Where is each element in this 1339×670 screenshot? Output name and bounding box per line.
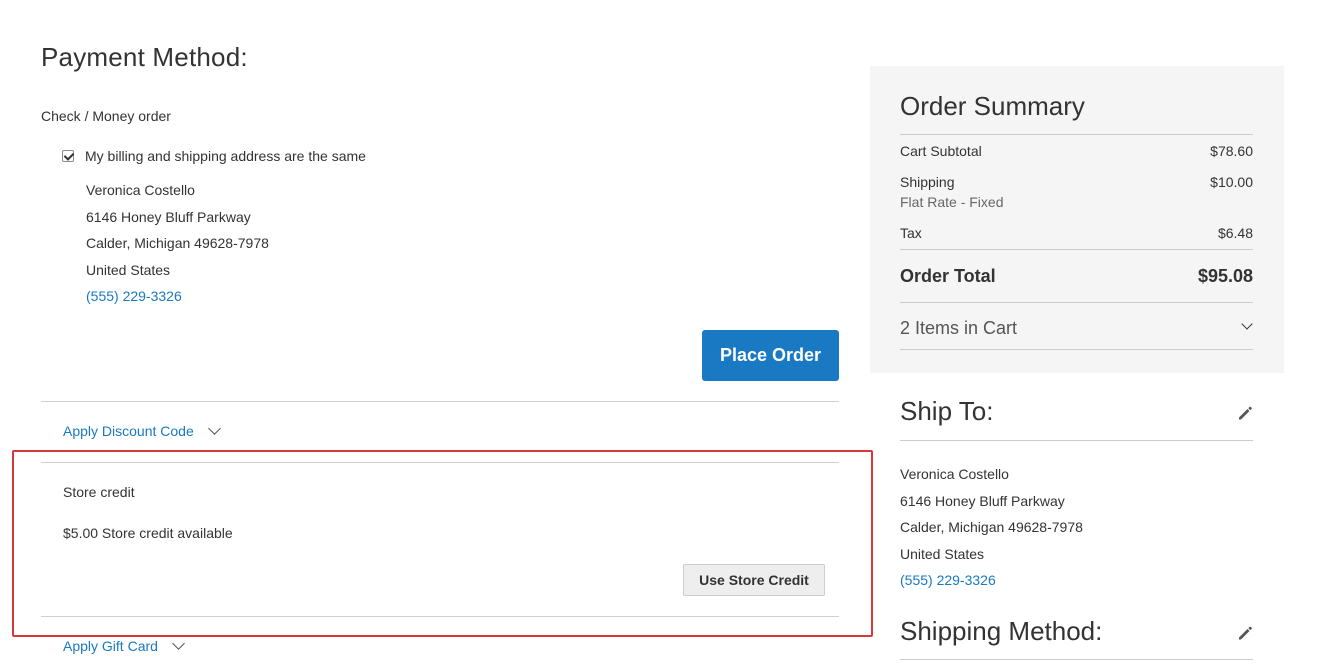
same-address-row[interactable]: My billing and shipping address are the … — [62, 148, 366, 164]
order-total-label: Order Total — [900, 266, 996, 286]
billing-street: 6146 Honey Bluff Parkway — [86, 208, 251, 225]
pencil-icon[interactable] — [1236, 624, 1254, 642]
apply-discount-toggle[interactable]: Apply Discount Code — [63, 422, 221, 439]
items-in-cart-toggle[interactable]: 2 Items in Cart — [900, 318, 1017, 339]
ship-street: 6146 Honey Bluff Parkway — [900, 492, 1065, 509]
tax-value: $6.48 — [1217, 225, 1253, 241]
apply-gift-card-label: Apply Gift Card — [63, 638, 158, 654]
apply-gift-card-toggle[interactable]: Apply Gift Card — [63, 637, 185, 654]
same-address-label: My billing and shipping address are the … — [85, 148, 366, 164]
store-credit-highlight-box — [12, 450, 873, 637]
ship-country: United States — [900, 545, 985, 562]
divider — [900, 349, 1253, 350]
payment-method-title: Payment Method: — [41, 42, 248, 72]
ship-to-title: Ship To: — [900, 396, 994, 426]
chevron-down-icon — [207, 422, 221, 435]
divider — [900, 249, 1253, 250]
divider — [900, 134, 1253, 135]
payment-method-label: Check / Money order — [41, 108, 171, 124]
shipping-address: Veronica Costello 6146 Honey Bluff Parkw… — [900, 464, 1083, 590]
billing-name: Veronica Costello — [86, 182, 195, 198]
billing-country: United States — [86, 261, 171, 278]
shipping-method-title: Shipping Method: — [900, 616, 1103, 646]
billing-address: Veronica Costello 6146 Honey Bluff Parkw… — [86, 180, 269, 306]
order-summary-title: Order Summary — [900, 91, 1085, 121]
ship-city: Calder, Michigan 49628-7978 — [900, 519, 1083, 535]
ship-phone-link[interactable]: (555) 229-3326 — [900, 570, 1083, 590]
divider — [900, 659, 1253, 660]
divider — [900, 302, 1253, 303]
chevron-down-icon — [172, 637, 185, 650]
place-order-button[interactable]: Place Order — [702, 330, 839, 381]
cart-subtotal-label: Cart Subtotal — [900, 143, 982, 159]
shipping-label: Shipping — [900, 174, 955, 190]
cart-subtotal-value: $78.60 — [1210, 143, 1253, 159]
divider — [900, 440, 1253, 441]
billing-city: Calder, Michigan 49628-7978 — [86, 235, 269, 251]
apply-discount-label: Apply Discount Code — [63, 423, 194, 439]
shipping-value: $10.00 — [1210, 174, 1253, 190]
shipping-method-name: Flat Rate - Fixed — [900, 194, 1004, 210]
tax-label: Tax — [900, 225, 922, 241]
same-address-checkbox[interactable] — [62, 150, 74, 162]
billing-phone-link[interactable]: (555) 229-3326 — [86, 286, 269, 306]
divider — [41, 401, 839, 402]
order-total-value: $95.08 — [1197, 266, 1253, 286]
pencil-icon[interactable] — [1236, 404, 1254, 422]
ship-name: Veronica Costello — [900, 466, 1009, 482]
